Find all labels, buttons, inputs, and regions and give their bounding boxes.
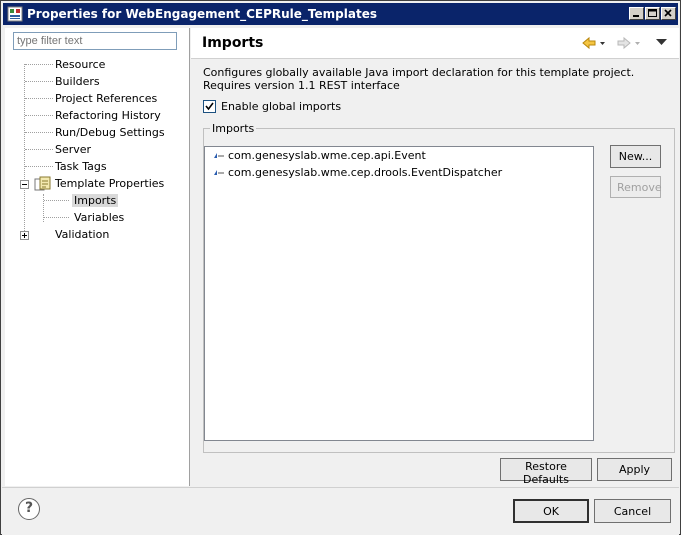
enable-global-imports-label: Enable global imports: [221, 100, 342, 113]
tree-line: [25, 149, 53, 150]
tree-line: [44, 200, 69, 201]
tree-line: [44, 217, 69, 218]
tree-item-variables[interactable]: Variables: [74, 210, 124, 226]
tree-line: [25, 115, 53, 116]
tree-line: [25, 98, 53, 99]
list-item[interactable]: com.genesyslab.wme.cep.api.Event: [213, 148, 426, 164]
tree-item-builders[interactable]: Builders: [55, 74, 100, 90]
tree-line: [25, 64, 53, 65]
tree-item-task-tags[interactable]: Task Tags: [55, 159, 107, 175]
expand-validation-toggle[interactable]: [20, 231, 29, 240]
minimize-button[interactable]: [629, 7, 644, 20]
tree-item-template-properties[interactable]: Template Properties: [55, 176, 164, 192]
tree-item-run-debug-settings[interactable]: Run/Debug Settings: [55, 125, 165, 141]
minimize-icon: [633, 15, 639, 17]
imports-group-label: Imports: [210, 122, 257, 135]
remove-import-button[interactable]: Remove: [610, 176, 662, 198]
page-title: Imports: [202, 35, 264, 51]
back-nav-button[interactable]: [581, 35, 607, 51]
help-icon[interactable]: ?: [18, 498, 40, 520]
collapse-template-properties-toggle[interactable]: [20, 180, 29, 189]
eclipse-app-icon: [7, 6, 23, 22]
new-import-button[interactable]: New...: [610, 145, 661, 168]
ok-button[interactable]: OK: [513, 499, 589, 523]
property-page: Imports Configures globally available Ja…: [191, 28, 679, 486]
enable-global-imports-checkbox[interactable]: [203, 100, 216, 113]
properties-dialog: Properties for WebEngagement_CEPRule_Tem…: [0, 0, 681, 535]
restore-defaults-button[interactable]: Restore Defaults: [500, 458, 592, 486]
view-menu-icon[interactable]: [655, 37, 669, 47]
import-icon: [214, 153, 224, 158]
filter-input[interactable]: [13, 32, 177, 50]
maximize-button[interactable]: [645, 7, 660, 20]
window-title: Properties for WebEngagement_CEPRule_Tem…: [27, 7, 377, 21]
close-icon: [664, 9, 672, 17]
dialog-button-bar: ? OK Cancel: [2, 487, 679, 535]
tree-item-imports[interactable]: Imports: [72, 193, 119, 209]
close-button[interactable]: [661, 7, 676, 20]
checkmark-icon: [205, 102, 214, 111]
navigation-pane: Resource Builders Project References Ref…: [5, 28, 190, 486]
title-bar[interactable]: Properties for WebEngagement_CEPRule_Tem…: [3, 3, 678, 25]
tree-item-server[interactable]: Server: [55, 142, 91, 158]
cancel-button[interactable]: Cancel: [594, 499, 671, 523]
tree-item-project-references[interactable]: Project References: [55, 91, 157, 107]
tree-item-refactoring-history[interactable]: Refactoring History: [55, 108, 161, 124]
maximize-icon: [648, 9, 657, 17]
imports-list[interactable]: com.genesyslab.wme.cep.api.Event com.gen…: [204, 146, 594, 441]
import-icon: [214, 170, 224, 175]
page-description: Configures globally available Java impor…: [203, 66, 635, 92]
template-properties-icon: [34, 176, 51, 191]
tree-item-resource[interactable]: Resource: [55, 57, 105, 73]
tree-line: [25, 166, 53, 167]
forward-nav-button[interactable]: [616, 35, 642, 51]
page-header: Imports: [191, 28, 679, 59]
list-item[interactable]: com.genesyslab.wme.cep.drools.EventDispa…: [213, 165, 502, 181]
apply-button[interactable]: Apply: [597, 458, 672, 481]
tree-item-validation[interactable]: Validation: [55, 227, 109, 243]
tree-line: [25, 132, 53, 133]
tree-line: [25, 81, 53, 82]
